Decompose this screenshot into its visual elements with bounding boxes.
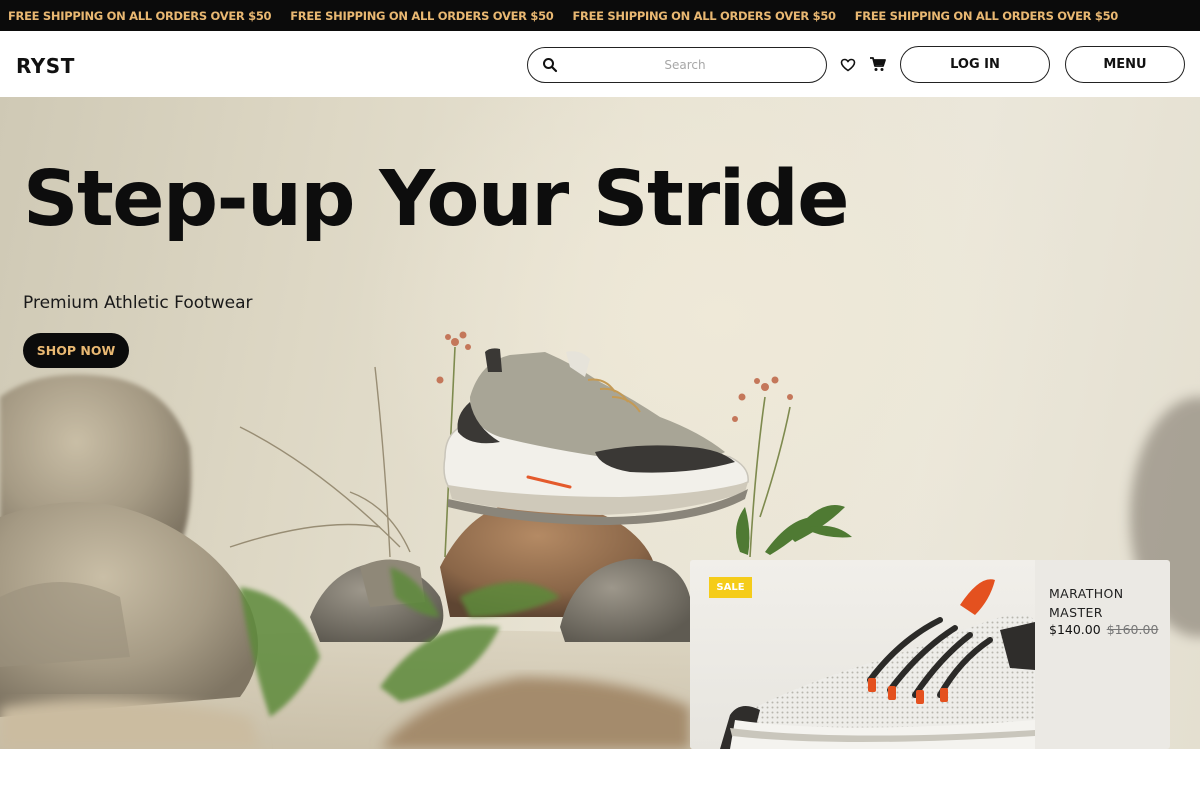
heart-icon[interactable]	[840, 57, 856, 73]
site-header: RYST LOG IN MENU	[0, 31, 1200, 98]
announcement-text: FREE SHIPPING ON ALL ORDERS OVER $50	[854, 8, 1119, 23]
menu-button[interactable]: MENU	[1065, 46, 1185, 83]
product-price-group: $140.00 $160.00	[1049, 622, 1158, 637]
announcement-text: FREE SHIPPING ON ALL ORDERS OVER $50	[572, 8, 837, 23]
product-original-price: $160.00	[1106, 622, 1159, 637]
hero-banner: Step-up Your Stride Premium Athletic Foo…	[0, 97, 1200, 749]
site-logo[interactable]: RYST	[16, 54, 75, 78]
announcement-track: FREE SHIPPING ON ALL ORDERS OVER $50 FRE…	[0, 0, 1200, 31]
hero-shoe-illustration	[443, 348, 749, 525]
hero-title: Step-up Your Stride	[23, 155, 849, 244]
search-bar[interactable]	[527, 47, 827, 83]
search-icon[interactable]	[542, 57, 558, 73]
product-card[interactable]: SALE MARATHON MASTER $140.00 $160.00	[690, 560, 1170, 749]
product-name[interactable]: MARATHON MASTER	[1049, 584, 1159, 622]
sale-badge: SALE	[709, 577, 752, 598]
hero-subtitle: Premium Athletic Footwear	[23, 293, 253, 313]
shop-now-button[interactable]: SHOP NOW	[23, 333, 129, 368]
cart-icon[interactable]	[869, 55, 887, 73]
announcement-text: FREE SHIPPING ON ALL ORDERS OVER $50	[290, 8, 554, 23]
login-button[interactable]: LOG IN	[900, 46, 1050, 83]
product-price: $140.00	[1049, 622, 1101, 637]
announcement-bar: FREE SHIPPING ON ALL ORDERS OVER $50 FRE…	[0, 0, 1200, 31]
announcement-text: FREE SHIPPING ON ALL ORDERS OVER $50	[8, 8, 272, 23]
search-input[interactable]	[528, 48, 826, 82]
